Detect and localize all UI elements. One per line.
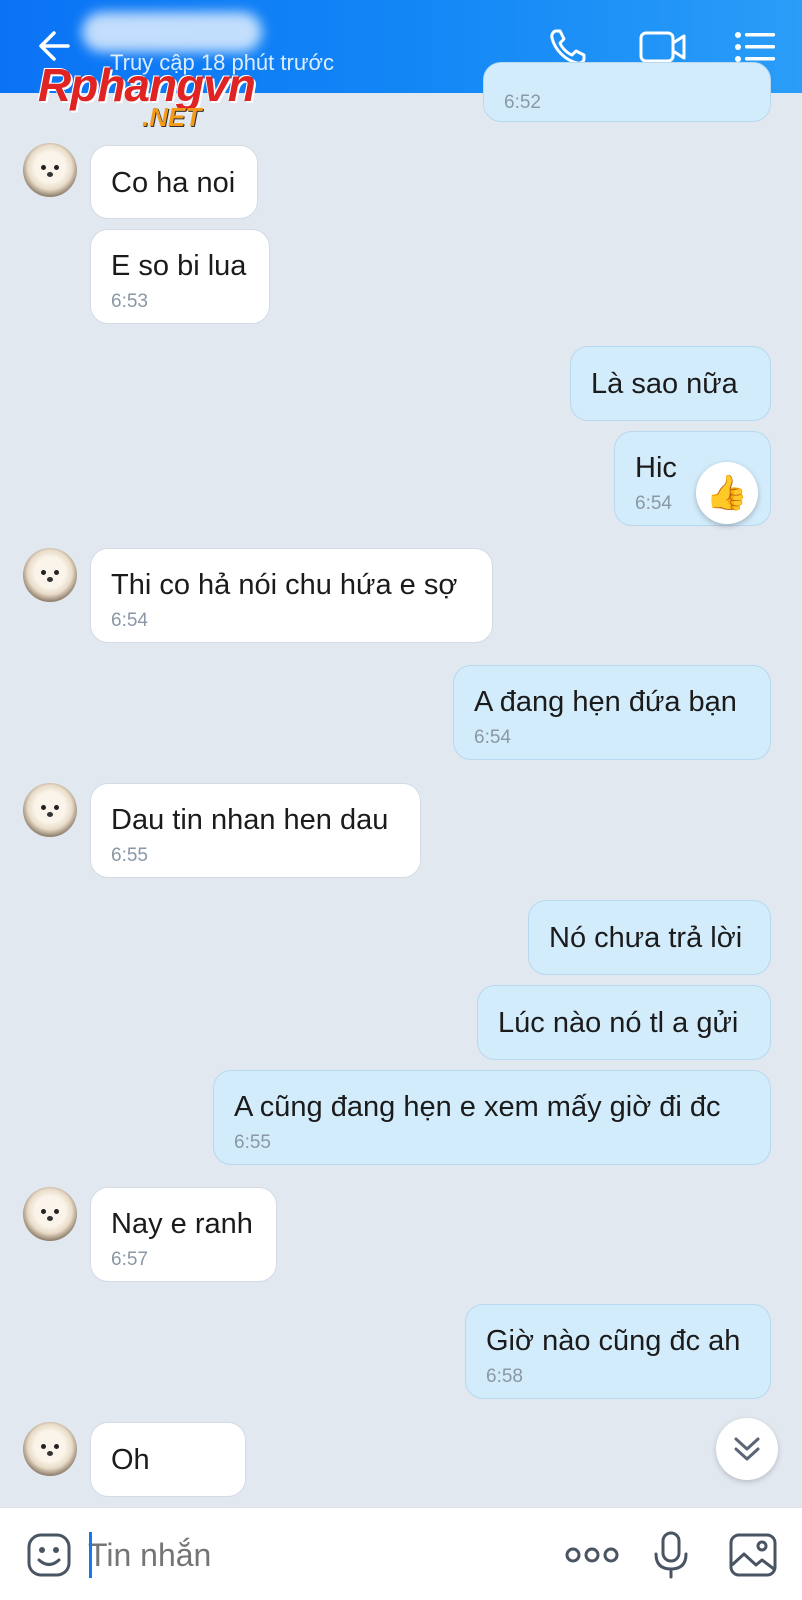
more-button[interactable] <box>562 1528 622 1582</box>
message-bubble-out[interactable]: 6:52 <box>483 62 771 122</box>
contact-avatar[interactable] <box>23 783 77 837</box>
message-bubble-in[interactable]: Thi co hả nói chu hứa e sợ 6:54 <box>90 548 493 643</box>
more-icon <box>565 1547 619 1563</box>
sticker-button[interactable] <box>22 1528 76 1582</box>
message-time: 6:55 <box>234 1132 271 1153</box>
message-text: Oh <box>111 1444 150 1476</box>
message-time: 6:52 <box>504 92 541 113</box>
message-text: Là sao nữa <box>591 368 738 400</box>
message-time: 6:53 <box>111 291 148 312</box>
message-bubble-in[interactable]: Oh <box>90 1422 246 1497</box>
message-bubble-in[interactable]: E so bi lua 6:53 <box>90 229 270 324</box>
message-text: Giờ nào cũng đc ah <box>486 1325 741 1357</box>
watermark-logo: Rphangvn .NET <box>38 58 288 134</box>
message-text: Co ha noi <box>111 167 236 199</box>
message-time: 6:54 <box>474 727 511 748</box>
text-caret <box>89 1532 92 1578</box>
message-text: Nay e ranh <box>111 1208 253 1240</box>
message-bubble-out[interactable]: A đang hẹn đứa bạn 6:54 <box>453 665 771 760</box>
contact-avatar[interactable] <box>23 1187 77 1241</box>
message-time: 6:57 <box>111 1249 148 1270</box>
contact-avatar[interactable] <box>23 143 77 197</box>
message-text: Nó chưa trả lời <box>549 922 743 954</box>
message-time: 6:54 <box>111 610 148 631</box>
sticker-icon <box>27 1533 71 1577</box>
voice-record-button[interactable] <box>644 1528 698 1582</box>
watermark-sub: .NET <box>142 102 202 132</box>
scroll-to-bottom-button[interactable] <box>716 1418 778 1480</box>
microphone-icon <box>654 1531 688 1579</box>
send-image-button[interactable] <box>726 1528 780 1582</box>
message-bubble-out[interactable]: A cũng đang hẹn e xem mấy giờ đi đc 6:55 <box>213 1070 771 1165</box>
message-text: Lúc nào nó tl a gửi <box>498 1007 739 1039</box>
thumbs-up-icon: 👍 <box>705 474 749 512</box>
message-composer <box>0 1507 802 1600</box>
menu-icon <box>735 32 775 62</box>
contact-avatar[interactable] <box>23 1422 77 1476</box>
message-bubble-in[interactable]: Nay e ranh 6:57 <box>90 1187 277 1282</box>
message-bubble-out[interactable]: Là sao nữa <box>570 346 771 421</box>
message-input[interactable] <box>88 1526 528 1584</box>
message-bubble-out[interactable]: Giờ nào cũng đc ah 6:58 <box>465 1304 771 1399</box>
message-text: Thi co hả nói chu hứa e sợ <box>111 569 458 601</box>
contact-name-redacted[interactable] <box>82 12 262 52</box>
image-icon <box>729 1533 777 1577</box>
message-text: Dau tin nhan hen dau <box>111 804 389 836</box>
video-call-icon <box>639 31 686 63</box>
message-text: A đang hẹn đứa bạn <box>474 686 737 718</box>
message-bubble-in[interactable]: Co ha noi <box>90 145 258 219</box>
contact-avatar[interactable] <box>23 548 77 602</box>
message-time: 6:58 <box>486 1366 523 1387</box>
message-time: 6:55 <box>111 845 148 866</box>
double-chevron-down-icon <box>734 1437 760 1461</box>
reaction-badge[interactable]: 👍 <box>696 462 758 524</box>
message-text: A cũng đang hẹn e xem mấy giờ đi đc <box>234 1091 721 1123</box>
message-bubble-out[interactable]: Lúc nào nó tl a gửi <box>477 985 771 1060</box>
message-bubble-in[interactable]: Dau tin nhan hen dau 6:55 <box>90 783 421 878</box>
message-bubble-out[interactable]: Nó chưa trả lời <box>528 900 771 975</box>
message-text: E so bi lua <box>111 250 247 282</box>
